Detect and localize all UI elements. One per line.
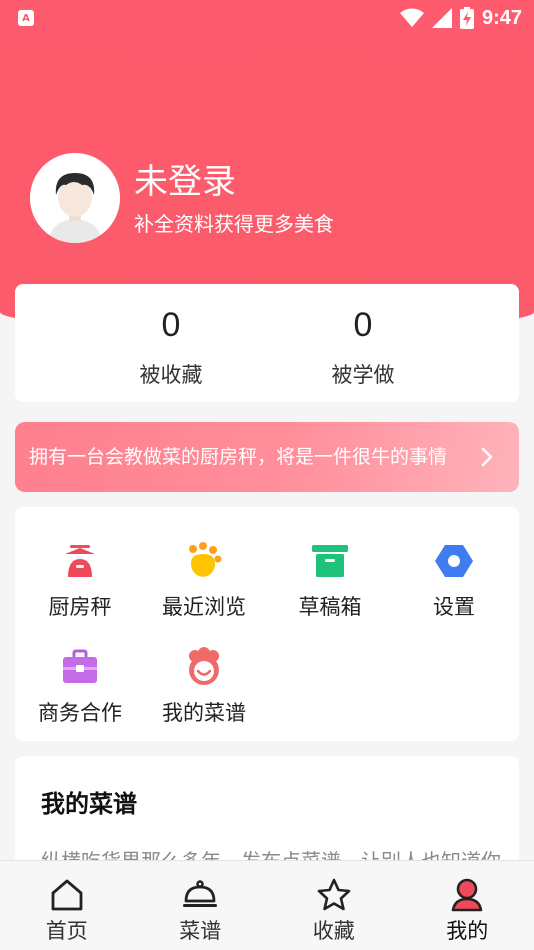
- chevron-right-icon: [481, 447, 493, 467]
- stats-card: 0 被收藏 0 被学做: [15, 284, 519, 402]
- menu-label: 最近浏览: [162, 595, 246, 619]
- kitchen-scale-icon: [65, 545, 95, 577]
- tab-label: 收藏: [312, 919, 355, 943]
- status-indicators: 9:47: [399, 6, 522, 30]
- menu-item-drafts[interactable]: 草稿箱: [267, 541, 393, 621]
- clock: 9:47: [481, 6, 522, 29]
- menu-item-business[interactable]: 商务合作: [17, 647, 143, 727]
- app-notification-icon: A: [18, 10, 34, 26]
- profile-text: 未登录 补全资料获得更多美食: [134, 160, 334, 237]
- tab-favorites[interactable]: 收藏: [267, 861, 401, 950]
- tab-label: 菜谱: [179, 919, 222, 943]
- default-avatar-icon: [30, 153, 120, 243]
- cloche-icon: [183, 880, 218, 907]
- chef-face-icon: [189, 647, 219, 685]
- login-status[interactable]: 未登录: [134, 160, 334, 204]
- settings-icon: [435, 545, 473, 577]
- cell-signal-icon: [431, 8, 452, 28]
- briefcase-icon: [63, 649, 97, 683]
- menu-label: 厨房秤: [48, 595, 112, 619]
- paw-icon: [189, 542, 222, 577]
- tab-mine[interactable]: 我的: [401, 861, 534, 950]
- menu-item-my-recipes[interactable]: 我的菜谱: [141, 647, 267, 727]
- home-icon: [51, 879, 83, 911]
- stat-collected[interactable]: 0 被收藏: [15, 284, 267, 402]
- menu-label: 我的菜谱: [162, 701, 246, 725]
- battery-charging-icon: [459, 7, 474, 29]
- wifi-icon: [399, 8, 424, 27]
- status-bar: A 9:47: [0, 0, 534, 36]
- tab-home[interactable]: 首页: [0, 861, 134, 950]
- stat-value: 0: [353, 306, 373, 344]
- menu-label: 商务合作: [38, 701, 122, 725]
- tab-label: 首页: [45, 919, 88, 943]
- menu-item-recent[interactable]: 最近浏览: [141, 541, 267, 621]
- star-icon: [317, 878, 351, 911]
- avatar[interactable]: [30, 153, 120, 243]
- section-title: 我的菜谱: [41, 790, 137, 818]
- menu-label: 草稿箱: [298, 595, 362, 619]
- tab-recipes[interactable]: 菜谱: [134, 861, 268, 950]
- draft-box-icon: [312, 545, 348, 577]
- banner-text: 拥有一台会教做菜的厨房秤，将是一件很牛的事情: [29, 446, 448, 468]
- stat-label: 被收藏: [139, 363, 203, 387]
- menu-item-settings[interactable]: 设置: [391, 541, 517, 621]
- profile-subtitle: 补全资料获得更多美食: [134, 211, 334, 236]
- stat-learned[interactable]: 0 被学做: [267, 284, 519, 402]
- bottom-tab-bar: 首页 菜谱 收藏 我的: [0, 860, 534, 950]
- my-recipes-card[interactable]: 我的菜谱 纵横吃货界那么多年，发布点菜谱，让别人也知道你: [15, 756, 519, 876]
- kitchen-scale-banner[interactable]: 拥有一台会教做菜的厨房秤，将是一件很牛的事情: [15, 422, 519, 492]
- user-icon: [451, 878, 483, 912]
- menu-item-kitchen-scale[interactable]: 厨房秤: [17, 541, 143, 621]
- tab-label: 我的: [446, 919, 489, 943]
- stat-value: 0: [161, 306, 181, 344]
- function-menu: 厨房秤 最近浏览 草稿箱 设置 商务合作 我的菜谱: [15, 507, 519, 741]
- profile-header[interactable]: 未登录 补全资料获得更多美食: [30, 153, 334, 243]
- stat-label: 被学做: [331, 363, 395, 387]
- menu-label: 设置: [433, 595, 475, 619]
